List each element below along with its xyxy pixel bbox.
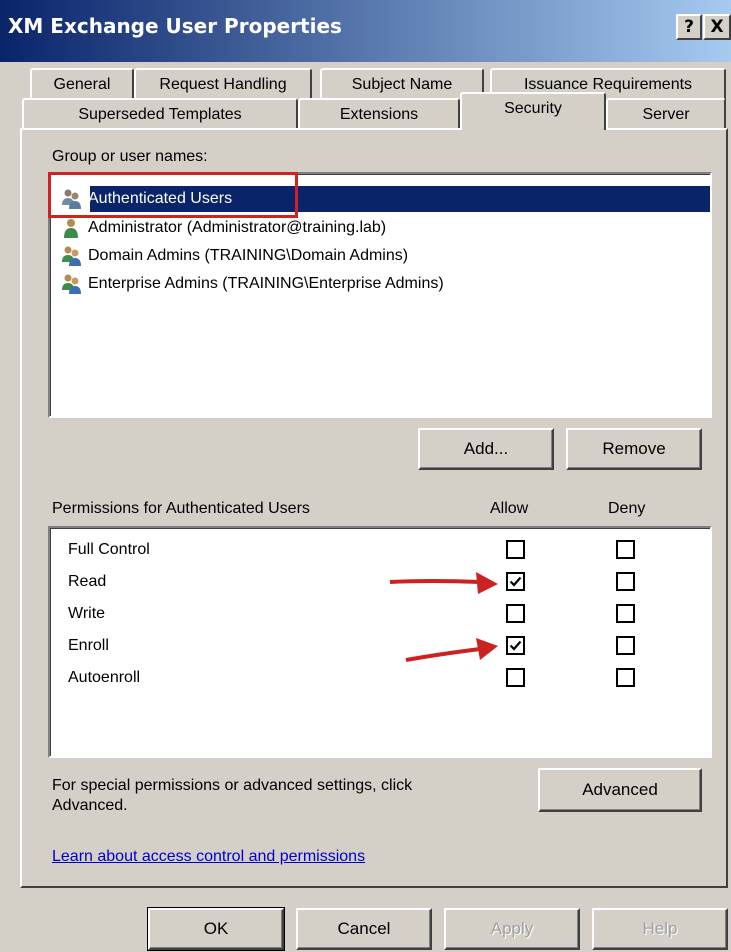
apply-button[interactable]: Apply — [444, 908, 580, 950]
tab-superseded-templates[interactable]: Superseded Templates — [22, 98, 298, 130]
list-item-label: Administrator (Administrator@training.la… — [88, 219, 387, 236]
learn-link-wrapper[interactable]: Learn about access control and permissio… — [52, 848, 365, 866]
group-names-label: Group or user names: — [52, 148, 208, 165]
permission-row-full-control: Full Control — [68, 541, 150, 558]
special-permissions-line2: Advanced. — [52, 797, 128, 814]
ok-button[interactable]: OK — [147, 907, 285, 951]
advanced-button[interactable]: Advanced — [538, 768, 702, 812]
help-bottom-button[interactable]: Help — [592, 908, 728, 950]
list-item-administrator[interactable]: Administrator (Administrator@training.la… — [60, 214, 386, 242]
list-item-label: Enterprise Admins (TRAINING\Enterprise A… — [88, 275, 444, 292]
permissions-header: Permissions for Authenticated Users — [52, 500, 310, 517]
list-item-domain-admins[interactable]: Domain Admins (TRAINING\Domain Admins) — [60, 242, 408, 270]
checkmark-icon — [509, 640, 522, 651]
deny-enroll-checkbox[interactable] — [616, 636, 635, 655]
checkmark-icon — [509, 576, 522, 587]
allow-full-control-checkbox[interactable] — [506, 540, 525, 559]
tab-security[interactable]: Security — [460, 92, 606, 130]
permission-row-enroll: Enroll — [68, 637, 109, 654]
list-item-enterprise-admins[interactable]: Enterprise Admins (TRAINING\Enterprise A… — [60, 270, 444, 298]
annotation-highlight-box — [48, 172, 298, 218]
tab-request-handling[interactable]: Request Handling — [134, 68, 312, 100]
deny-column-header: Deny — [608, 500, 646, 517]
window-title: XM Exchange User Properties — [8, 14, 342, 38]
allow-read-checkbox[interactable] — [506, 572, 525, 591]
cancel-button[interactable]: Cancel — [296, 908, 432, 950]
add-button[interactable]: Add... — [418, 428, 554, 470]
allow-write-checkbox[interactable] — [506, 604, 525, 623]
remove-button[interactable]: Remove — [566, 428, 702, 470]
learn-about-access-control-link[interactable]: Learn about access control and permissio… — [52, 848, 365, 865]
deny-read-checkbox[interactable] — [616, 572, 635, 591]
allow-autoenroll-checkbox[interactable] — [506, 668, 525, 687]
user-group-icon — [62, 274, 81, 294]
close-button[interactable]: X — [703, 14, 731, 40]
help-button[interactable]: ? — [676, 14, 702, 40]
deny-write-checkbox[interactable] — [616, 604, 635, 623]
tab-general[interactable]: General — [30, 68, 134, 100]
annotation-arrow-enroll — [405, 638, 498, 662]
permission-row-write: Write — [68, 605, 106, 622]
allow-enroll-checkbox[interactable] — [506, 636, 525, 655]
permission-row-autoenroll: Autoenroll — [68, 669, 141, 686]
permission-row-read: Read — [68, 573, 107, 590]
user-group-icon — [62, 246, 81, 266]
deny-full-control-checkbox[interactable] — [616, 540, 635, 559]
user-icon — [64, 219, 78, 238]
special-permissions-line1: For special permissions or advanced sett… — [52, 777, 413, 794]
deny-autoenroll-checkbox[interactable] — [616, 668, 635, 687]
allow-column-header: Allow — [490, 500, 529, 517]
list-item-label: Domain Admins (TRAINING\Domain Admins) — [88, 247, 409, 264]
special-permissions-text: For special permissions or advanced sett… — [52, 776, 412, 816]
annotation-arrow-read — [389, 572, 498, 594]
tab-server[interactable]: Server — [606, 98, 726, 130]
tab-extensions[interactable]: Extensions — [298, 98, 460, 130]
